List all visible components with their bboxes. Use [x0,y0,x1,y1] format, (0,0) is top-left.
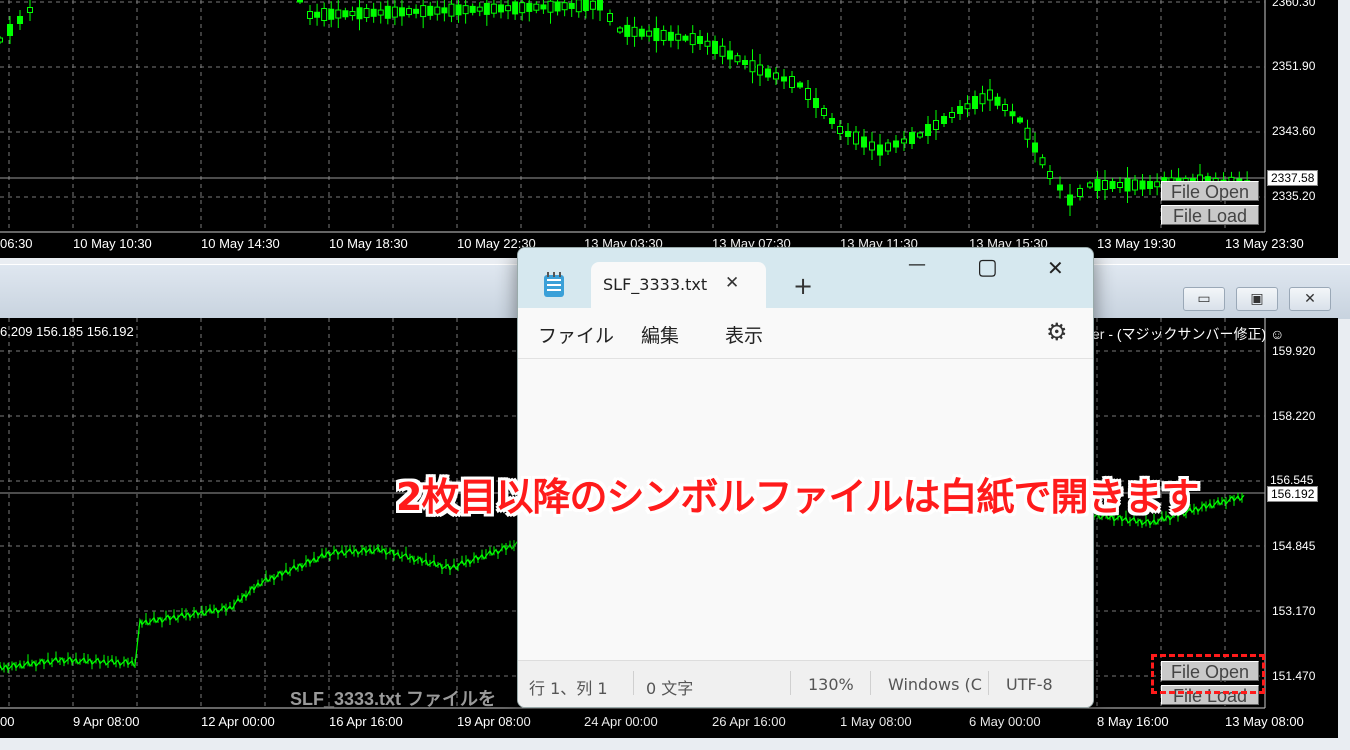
time-label: 9 Apr 08:00 [73,714,140,729]
time-label: 13 May 23:30 [1225,236,1304,251]
time-label: 13 May 19:30 [1097,236,1176,251]
highlight-box [1151,654,1265,694]
chart-restore-button[interactable]: ▣ [1236,287,1278,311]
encoding[interactable]: UTF-8 [1006,675,1053,694]
maximize-button[interactable]: ▢ [977,255,998,280]
price-label: 158.220 [1272,409,1316,423]
cursor-position: 行 1、列 1 [529,679,608,698]
chart-minimize-button[interactable]: ▭ [1183,287,1225,311]
time-label: 06:30 [0,236,33,251]
notepad-statusbar: 行 1、列 1 0 文字 130% Windows (C UTF-8 [518,660,1093,707]
time-label: 19 Apr 08:00 [457,714,531,729]
time-label: 26 Apr 16:00 [712,714,786,729]
time-label: 12 Apr 00:00 [201,714,275,729]
price-label: 2351.90 [1272,59,1316,73]
top-chart-canvas[interactable] [0,0,1338,258]
price-label: 153.170 [1272,604,1316,618]
annotation-text: 2枚目以降のシンボルファイルは白紙で開きます [396,475,1199,519]
current-price-tag: 156.192 [1267,486,1319,502]
price-label: 156.545 [1270,473,1314,487]
time-label: 16 Apr 16:00 [329,714,403,729]
close-button[interactable]: ✕ [1047,256,1064,280]
tab-close-icon[interactable]: ✕ [725,273,739,293]
time-label: 8 May 16:00 [1097,714,1169,729]
new-tab-button[interactable]: + [793,272,813,300]
chart-close-button[interactable]: ✕ [1289,287,1331,311]
time-label: 10 May 14:30 [201,236,280,251]
notepad-menubar: ファイル 編集 表示 ⚙ [518,308,1093,359]
price-label: 2343.60 [1272,124,1316,138]
notepad-app-icon [544,272,564,297]
indicator-label: er - (マジックサンバー修正) ☺ [1092,326,1285,342]
price-label: 2360.30 [1272,0,1316,9]
status-message: SLF_3333.txt ファイルを [290,689,497,709]
time-label: 24 Apr 00:00 [584,714,658,729]
price-label: 151.470 [1272,669,1316,683]
menu-file[interactable]: ファイル [538,321,614,348]
price-label: 2335.20 [1272,189,1316,203]
settings-gear-icon[interactable]: ⚙ [1046,318,1068,346]
time-label: 10 May 10:30 [73,236,152,251]
char-count: 0 文字 [646,679,694,698]
ohlc-readout: 6.209 156.185 156.192 [0,324,134,339]
notepad-titlebar[interactable]: SLF_3333.txt ✕ + — ▢ ✕ [518,248,1093,308]
price-label: 159.920 [1272,344,1316,358]
file-load-button[interactable]: File Load [1161,205,1259,226]
top-chart[interactable]: 2360.30 2351.90 2343.60 2337.58 2335.20 … [0,0,1338,258]
notepad-tab[interactable]: SLF_3333.txt ✕ [591,262,766,308]
tab-title: SLF_3333.txt [603,275,708,294]
line-ending[interactable]: Windows (C [888,675,982,694]
time-label: 13 May 08:00 [1225,714,1304,729]
menu-view[interactable]: 表示 [725,321,763,348]
current-price-tag: 2337.58 [1267,170,1319,186]
file-open-button[interactable]: File Open [1161,181,1259,202]
zoom-level[interactable]: 130% [808,675,854,694]
price-label: 154.845 [1272,539,1316,553]
time-label: 1 May 08:00 [840,714,912,729]
time-label: 6 May 00:00 [969,714,1041,729]
time-label: 00 [0,714,15,729]
menu-edit[interactable]: 編集 [641,321,679,348]
time-label: 10 May 18:30 [329,236,408,251]
minimize-button[interactable]: — [908,254,926,275]
